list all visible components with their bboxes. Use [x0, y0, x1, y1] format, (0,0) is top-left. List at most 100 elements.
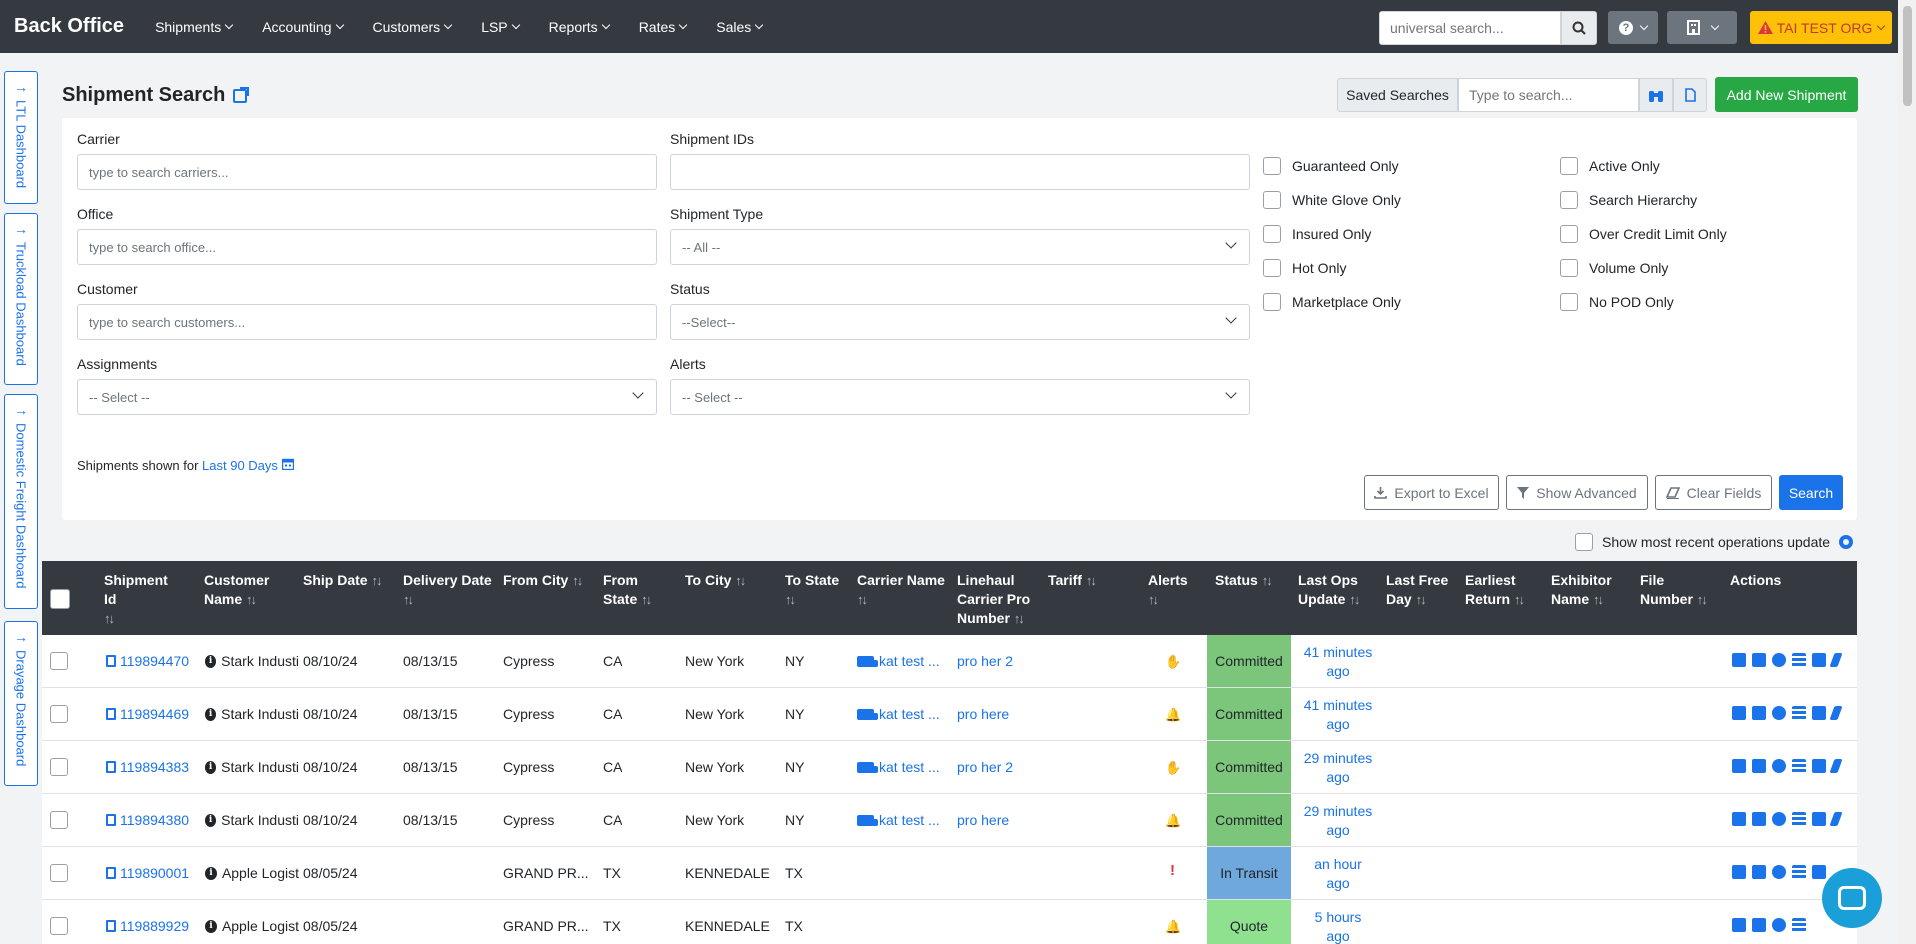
nav-accounting[interactable]: Accounting: [262, 19, 344, 35]
sort-icon[interactable]: ↑↓: [1697, 592, 1708, 607]
col-earliest-return[interactable]: Earliest Return ↑↓: [1465, 571, 1540, 609]
col-from-state[interactable]: From State ↑↓: [603, 571, 665, 609]
add-new-shipment-button[interactable]: Add New Shipment: [1715, 77, 1858, 112]
col-ship-date[interactable]: Ship Date ↑↓: [303, 571, 393, 590]
envelope-icon[interactable]: [1812, 706, 1826, 720]
row-checkbox[interactable]: [50, 864, 68, 882]
last-ops-update-link[interactable]: 29 minutes ago: [1294, 749, 1382, 787]
sidetab-truckload-dashboard[interactable]: → Truckload Dashboard: [4, 213, 38, 385]
sidetab-domestic-freight-dashboard[interactable]: → Domestic Freight Dashboard: [4, 394, 38, 609]
pencil-icon[interactable]: [1829, 706, 1843, 720]
saved-searches-button[interactable]: Saved Searches: [1337, 78, 1458, 112]
office-input[interactable]: type to search office...: [77, 229, 657, 265]
table-row[interactable]: 119894383 i Stark Industi 08/10/24 08/13/…: [42, 741, 1857, 794]
customer-name-cell[interactable]: i Apple Logist: [205, 847, 299, 899]
external-link-icon[interactable]: [233, 86, 250, 103]
last-ops-update-link[interactable]: an hour ago: [1294, 855, 1382, 893]
office-switcher-button[interactable]: [1667, 11, 1737, 44]
table-row[interactable]: 119894470 i Stark Industi 08/10/24 08/13/…: [42, 635, 1857, 688]
sort-icon[interactable]: ↑↓: [246, 592, 257, 607]
saved-search-file-button[interactable]: [1673, 78, 1707, 112]
globe-icon[interactable]: [1772, 653, 1786, 667]
sort-icon[interactable]: ↑↓: [735, 573, 746, 588]
pro-number-link[interactable]: pro here: [957, 688, 1009, 740]
envelope-icon[interactable]: [1812, 812, 1826, 826]
customer-input[interactable]: type to search customers...: [77, 304, 657, 340]
insured-only-checkbox[interactable]: Insured Only: [1263, 225, 1371, 243]
last-ops-update-link[interactable]: 41 minutes ago: [1294, 643, 1382, 681]
white-glove-only-checkbox[interactable]: White Glove Only: [1263, 191, 1401, 209]
envelope-icon[interactable]: [1812, 759, 1826, 773]
binoculars-icon[interactable]: [1732, 865, 1746, 879]
row-checkbox[interactable]: [50, 705, 68, 723]
last-ops-update-link[interactable]: 5 hours ago: [1294, 908, 1382, 944]
info-icon[interactable]: i: [205, 760, 217, 774]
row-checkbox[interactable]: [50, 652, 68, 670]
briefcase-icon[interactable]: [1752, 706, 1766, 720]
nav-customers[interactable]: Customers: [373, 19, 453, 35]
status-select[interactable]: --Select--: [670, 304, 1250, 340]
table-row[interactable]: 119894469 i Stark Industi 08/10/24 08/13/…: [42, 688, 1857, 741]
recent-ops-checkbox[interactable]: Show most recent operations update: [1575, 533, 1854, 551]
sort-icon[interactable]: ↑↓: [1262, 573, 1273, 588]
col-delivery-date[interactable]: Delivery Date ↑↓: [403, 571, 493, 609]
briefcase-icon[interactable]: [1752, 865, 1766, 879]
carrier-name-link[interactable]: kat test ...: [857, 688, 940, 740]
info-icon[interactable]: i: [205, 813, 217, 827]
sort-icon[interactable]: ↑↓: [1349, 592, 1360, 607]
table-row[interactable]: 119890001 i Apple Logist 08/05/24 GRAND P…: [42, 847, 1857, 900]
sort-icon[interactable]: ↑↓: [403, 592, 414, 607]
col-from-city[interactable]: From City ↑↓: [503, 571, 593, 590]
col-to-city[interactable]: To City ↑↓: [685, 571, 770, 590]
shipment-id-link[interactable]: 119890001: [106, 847, 201, 899]
nav-sales[interactable]: Sales: [716, 19, 764, 35]
calendar-icon[interactable]: [281, 458, 294, 471]
search-button[interactable]: Search: [1779, 475, 1843, 510]
bell-icon[interactable]: 🔔: [1165, 813, 1181, 829]
alerts-select[interactable]: -- Select --: [670, 379, 1250, 415]
brand-logo[interactable]: Back Office: [14, 15, 124, 38]
col-linehaul-pro[interactable]: Linehaul Carrier Pro Number ↑↓: [957, 571, 1037, 628]
globe-icon[interactable]: [1772, 918, 1786, 932]
select-all-checkbox[interactable]: [50, 589, 70, 609]
list-icon[interactable]: [1792, 706, 1806, 720]
last-ops-update-link[interactable]: 41 minutes ago: [1294, 696, 1382, 734]
saved-search-binoculars-button[interactable]: [1639, 78, 1673, 112]
col-exhibitor-name[interactable]: Exhibitor Name ↑↓: [1551, 571, 1631, 609]
universal-search-button[interactable]: [1561, 11, 1597, 45]
nav-shipments[interactable]: Shipments: [155, 19, 234, 35]
org-selector-button[interactable]: TAI TEST ORG: [1750, 11, 1892, 44]
sidetab-drayage-dashboard[interactable]: → Drayage Dashboard: [4, 621, 38, 786]
page-scrollbar[interactable]: [1898, 0, 1916, 944]
globe-icon[interactable]: [1772, 706, 1786, 720]
saved-search-input[interactable]: [1458, 78, 1639, 112]
binoculars-icon[interactable]: [1732, 812, 1746, 826]
hand-icon[interactable]: ✋: [1165, 760, 1181, 776]
nav-reports[interactable]: Reports: [549, 19, 610, 35]
shipment-id-link[interactable]: 119894380: [106, 794, 201, 846]
pro-number-link[interactable]: pro her 2: [957, 635, 1013, 687]
sidetab-ltl-dashboard[interactable]: → LTL Dashboard: [4, 71, 38, 204]
clear-fields-button[interactable]: Clear Fields: [1655, 475, 1772, 510]
gear-icon[interactable]: [1839, 535, 1854, 549]
export-to-excel-button[interactable]: Export to Excel: [1364, 475, 1499, 510]
sort-icon[interactable]: ↑↓: [1514, 592, 1525, 607]
sort-icon[interactable]: ↑↓: [1416, 592, 1427, 607]
marketplace-only-checkbox[interactable]: Marketplace Only: [1263, 293, 1401, 311]
nav-rates[interactable]: Rates: [639, 19, 688, 35]
binoculars-icon[interactable]: [1732, 653, 1746, 667]
sort-icon[interactable]: ↑↓: [371, 573, 382, 588]
exclamation-icon[interactable]: !: [1170, 862, 1175, 879]
info-icon[interactable]: i: [205, 919, 217, 933]
info-icon[interactable]: i: [205, 707, 217, 721]
help-menu-button[interactable]: ?: [1608, 11, 1658, 44]
envelope-icon[interactable]: [1812, 865, 1826, 879]
customer-name-cell[interactable]: i Stark Industi: [205, 794, 299, 846]
customer-name-cell[interactable]: i Stark Industi: [205, 688, 299, 740]
sort-icon[interactable]: ↑↓: [104, 611, 115, 626]
col-last-free-day[interactable]: Last Free Day ↑↓: [1386, 571, 1456, 609]
pencil-icon[interactable]: [1829, 812, 1843, 826]
sort-icon[interactable]: ↑↓: [1086, 573, 1097, 588]
guaranteed-only-checkbox[interactable]: Guaranteed Only: [1263, 157, 1399, 175]
briefcase-icon[interactable]: [1752, 759, 1766, 773]
